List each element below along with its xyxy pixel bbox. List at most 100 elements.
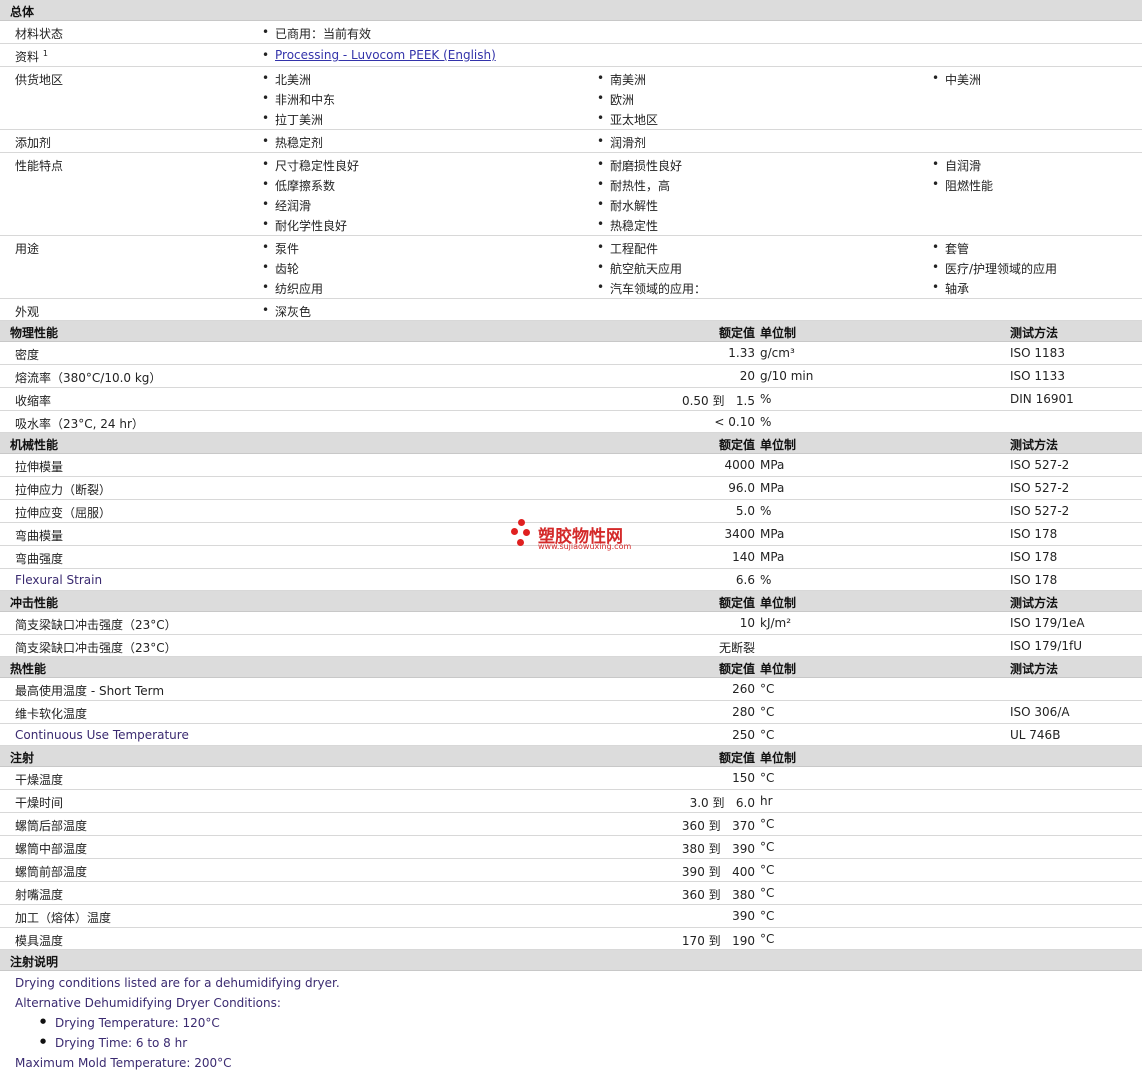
use-item: 纺织应用 bbox=[262, 280, 323, 297]
property-label: Continuous Use Temperature bbox=[15, 728, 189, 742]
property-unit: hr bbox=[760, 794, 773, 808]
property-unit: % bbox=[760, 415, 772, 429]
documents-label: 资料 1 bbox=[15, 49, 48, 64]
property-label: 螺筒前部温度 bbox=[15, 865, 88, 879]
property-row: 螺筒前部温度 390 到 400 °C bbox=[0, 859, 1142, 882]
property-value: 5.0 bbox=[735, 504, 755, 518]
section-title: 机械性能 bbox=[10, 438, 59, 452]
property-unit: °C bbox=[760, 728, 775, 742]
property-value: 280 bbox=[732, 705, 755, 719]
region-item: 中美洲 bbox=[932, 71, 981, 88]
property-row: 加工（熔体）温度 390 °C bbox=[0, 905, 1142, 928]
property-label: 熔流率（380°C/10.0 kg） bbox=[15, 371, 162, 385]
region-item: 非洲和中东 bbox=[262, 91, 335, 108]
property-unit: MPa bbox=[760, 458, 785, 472]
property-label: 弯曲强度 bbox=[15, 552, 64, 566]
section-title: 物理性能 bbox=[10, 326, 59, 340]
property-method: ISO 306/A bbox=[1010, 705, 1070, 719]
property-value: 4000 bbox=[724, 458, 755, 472]
property-label: 简支梁缺口冲击强度（23°C） bbox=[15, 641, 177, 655]
property-row: 吸水率（23°C, 24 hr） < 0.10 % bbox=[0, 411, 1142, 433]
property-method: ISO 527-2 bbox=[1010, 481, 1070, 495]
material-status-value: 已商用：当前有效 bbox=[262, 25, 371, 42]
property-row: 密度 1.33 g/cm³ ISO 1183 bbox=[0, 342, 1142, 365]
section-title: 冲击性能 bbox=[10, 596, 59, 610]
property-value: 250 bbox=[732, 728, 755, 742]
property-method: ISO 1133 bbox=[1010, 369, 1065, 383]
property-row: 干燥时间 3.0 到 6.0 hr bbox=[0, 790, 1142, 813]
nominal-header: 额定值 bbox=[718, 438, 755, 452]
property-unit: °C bbox=[760, 817, 775, 831]
feature-item: 尺寸稳定性良好 bbox=[262, 157, 359, 174]
property-label: 弯曲模量 bbox=[15, 529, 64, 543]
uses-row: 用途 泵件 工程配件 套管 齿轮 航空航天应用 医疗/护理领域的应用 纺织应用 … bbox=[0, 236, 1142, 299]
property-method: ISO 179/1fU bbox=[1010, 639, 1083, 653]
additives-label: 添加剂 bbox=[15, 136, 52, 150]
watermark-dot bbox=[511, 528, 518, 535]
watermark-dot bbox=[523, 529, 530, 536]
property-row: 熔流率（380°C/10.0 kg） 20 g/10 min ISO 1133 bbox=[0, 365, 1142, 388]
property-method: ISO 527-2 bbox=[1010, 504, 1070, 518]
section-mechanical-header: 机械性能 额定值 单位制 测试方法 bbox=[0, 433, 1142, 454]
property-row: Continuous Use Temperature 250 °C UL 746… bbox=[0, 724, 1142, 746]
property-value: 1.33 bbox=[728, 346, 755, 360]
feature-item: 自润滑 bbox=[932, 157, 981, 174]
property-method: ISO 527-2 bbox=[1010, 458, 1070, 472]
region-item: 拉丁美洲 bbox=[262, 111, 323, 128]
property-unit: g/cm³ bbox=[760, 346, 795, 360]
property-unit: kJ/m² bbox=[760, 616, 792, 630]
property-label: 简支梁缺口冲击强度（23°C） bbox=[15, 618, 177, 632]
property-unit: °C bbox=[760, 863, 775, 877]
feature-item: 耐热性，高 bbox=[597, 177, 670, 194]
use-item: 套管 bbox=[932, 240, 969, 257]
property-row: 模具温度 170 到 190 °C bbox=[0, 928, 1142, 950]
property-value: 3400 bbox=[724, 527, 755, 541]
use-item: 工程配件 bbox=[597, 240, 658, 257]
unit-header: 单位制 bbox=[760, 438, 797, 452]
property-label: 干燥时间 bbox=[15, 796, 64, 810]
use-item: 航空航天应用 bbox=[597, 260, 682, 277]
property-row: 简支梁缺口冲击强度（23°C） 10 kJ/m² ISO 179/1eA bbox=[0, 612, 1142, 635]
use-item: 齿轮 bbox=[262, 260, 299, 277]
property-value: 无断裂 bbox=[718, 641, 755, 655]
property-row: 收缩率 0.50 到 1.5 % DIN 16901 bbox=[0, 388, 1142, 411]
feature-item: 耐水解性 bbox=[597, 197, 658, 214]
region-item: 南美洲 bbox=[597, 71, 646, 88]
property-unit: MPa bbox=[760, 550, 785, 564]
property-value: 96.0 bbox=[728, 481, 755, 495]
property-unit: °C bbox=[760, 840, 775, 854]
processing-doc-link[interactable]: Processing - Luvocom PEEK (English) bbox=[275, 48, 496, 62]
property-row: 螺筒后部温度 360 到 370 °C bbox=[0, 813, 1142, 836]
notes-line: Drying conditions listed are for a dehum… bbox=[15, 976, 340, 990]
use-item: 轴承 bbox=[932, 280, 969, 297]
region-item: 北美洲 bbox=[262, 71, 311, 88]
section-impact-header: 冲击性能 额定值 单位制 测试方法 bbox=[0, 591, 1142, 612]
property-value: 6.6 bbox=[735, 573, 755, 587]
property-label: 加工（熔体）温度 bbox=[15, 911, 112, 925]
feature-item: 经润滑 bbox=[262, 197, 311, 214]
property-method: ISO 179/1eA bbox=[1010, 616, 1085, 630]
property-row: 拉伸应力（断裂） 96.0 MPa ISO 527-2 bbox=[0, 477, 1142, 500]
property-unit: MPa bbox=[760, 481, 785, 495]
section-physical-header: 物理性能 额定值 单位制 测试方法 bbox=[0, 321, 1142, 342]
feature-item: 耐磨损性良好 bbox=[597, 157, 682, 174]
property-value: < 0.10 bbox=[714, 415, 755, 429]
property-value: 390 bbox=[732, 909, 755, 923]
appearance-label: 外观 bbox=[15, 305, 40, 319]
property-unit: % bbox=[760, 504, 772, 518]
property-method: ISO 178 bbox=[1010, 550, 1058, 564]
property-row: 干燥温度 150 °C bbox=[0, 767, 1142, 790]
method-header: 测试方法 bbox=[1010, 326, 1059, 340]
use-item: 泵件 bbox=[262, 240, 299, 257]
appearance-value: 深灰色 bbox=[262, 303, 311, 320]
watermark-url: www.sujiaowuxing.com bbox=[538, 542, 632, 551]
uses-label: 用途 bbox=[15, 242, 40, 256]
property-row: 维卡软化温度 280 °C ISO 306/A bbox=[0, 701, 1142, 724]
regions-row: 供货地区 北美洲 南美洲 中美洲 非洲和中东 欧洲 拉丁美洲 亚太地区 bbox=[0, 67, 1142, 130]
property-row: Flexural Strain 6.6 % ISO 178 bbox=[0, 569, 1142, 591]
property-label: 拉伸模量 bbox=[15, 460, 64, 474]
feature-item: 低摩擦系数 bbox=[262, 177, 335, 194]
watermark-logo: 塑胶物性网 www.sujiaowuxing.com bbox=[510, 518, 640, 554]
property-unit: °C bbox=[760, 682, 775, 696]
section-title: 注射说明 bbox=[10, 955, 59, 969]
